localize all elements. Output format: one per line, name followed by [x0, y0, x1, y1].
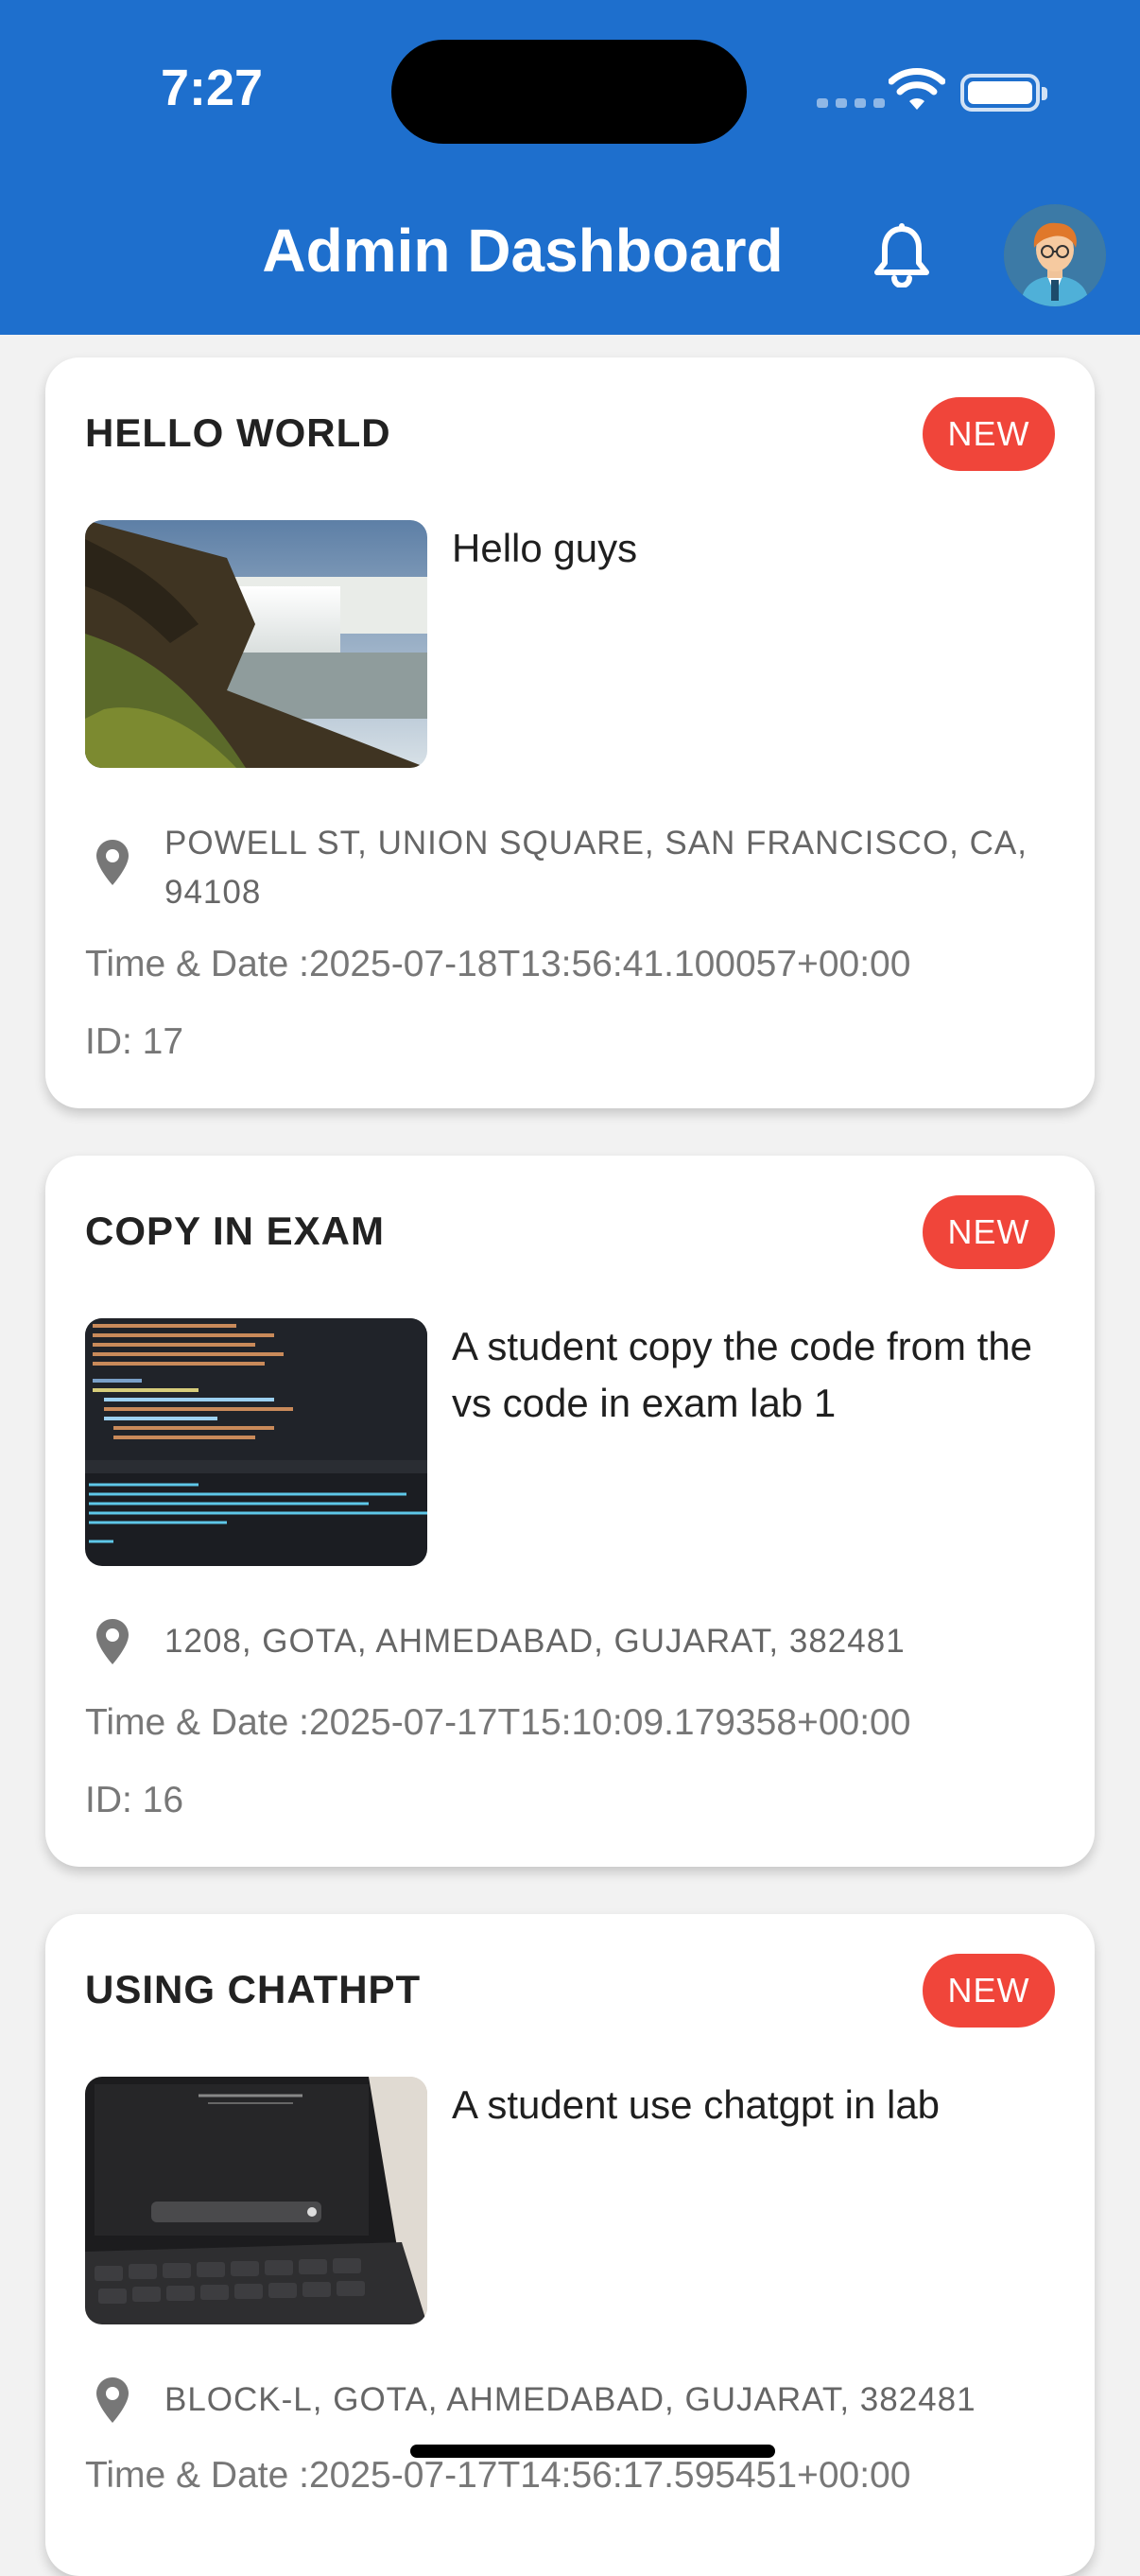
report-datetime: Time & Date :2025-07-18T13:56:41.100057+…	[85, 944, 911, 984]
wifi-icon	[889, 68, 945, 110]
location-pin-icon	[96, 2377, 129, 2423]
location-pin-icon	[96, 840, 129, 885]
report-title: COPY IN EXAM	[85, 1209, 385, 1253]
dynamic-island	[391, 40, 747, 144]
report-description: A student copy the code from the vs code…	[452, 1324, 1033, 1425]
report-description: Hello guys	[452, 526, 638, 570]
report-address: BLOCK-L, GOTA, AHMEDABAD, GUJARAT, 38248…	[164, 2381, 976, 2418]
avatar[interactable]	[1004, 204, 1106, 306]
home-indicator[interactable]	[410, 2445, 775, 2458]
battery-icon	[960, 74, 1047, 112]
report-title: HELLO WORLD	[85, 410, 391, 455]
report-card[interactable]: HELLO WORLD NEW Hello guys POWELL ST, UN…	[45, 357, 1095, 1108]
report-id: ID: 16	[85, 1780, 184, 1820]
report-id: ID: 17	[85, 1021, 184, 1062]
new-badge: NEW	[923, 1195, 1055, 1269]
bell-icon[interactable]	[872, 223, 932, 287]
cellular-signal-icon	[817, 98, 885, 108]
report-datetime: Time & Date :2025-07-17T14:56:17.595451+…	[85, 2455, 911, 2496]
new-badge: NEW	[923, 1954, 1055, 2028]
report-address: 1208, GOTA, AHMEDABAD, GUJARAT, 382481	[164, 1623, 906, 1660]
report-card[interactable]: COPY IN EXAM NEW A student copy the code…	[45, 1156, 1095, 1867]
report-image-laptop[interactable]	[85, 2077, 427, 2324]
report-image-waterfall[interactable]	[85, 520, 427, 768]
report-title: USING CHATHPT	[85, 1967, 422, 2011]
report-address: POWELL ST, UNION SQUARE, SAN FRANCISCO, …	[164, 825, 1028, 911]
new-badge: NEW	[923, 397, 1055, 471]
report-image-code-screen[interactable]	[85, 1318, 427, 1566]
status-time: 7:27	[161, 60, 264, 116]
report-datetime: Time & Date :2025-07-17T15:10:09.179358+…	[85, 1702, 911, 1743]
location-pin-icon	[96, 1619, 129, 1664]
report-card[interactable]: USING CHATHPT NEW A student use chatgpt …	[45, 1914, 1095, 2576]
app-header: 7:27 Admin Dashboard	[0, 0, 1140, 335]
report-description: A student use chatgpt in lab	[452, 2082, 941, 2127]
